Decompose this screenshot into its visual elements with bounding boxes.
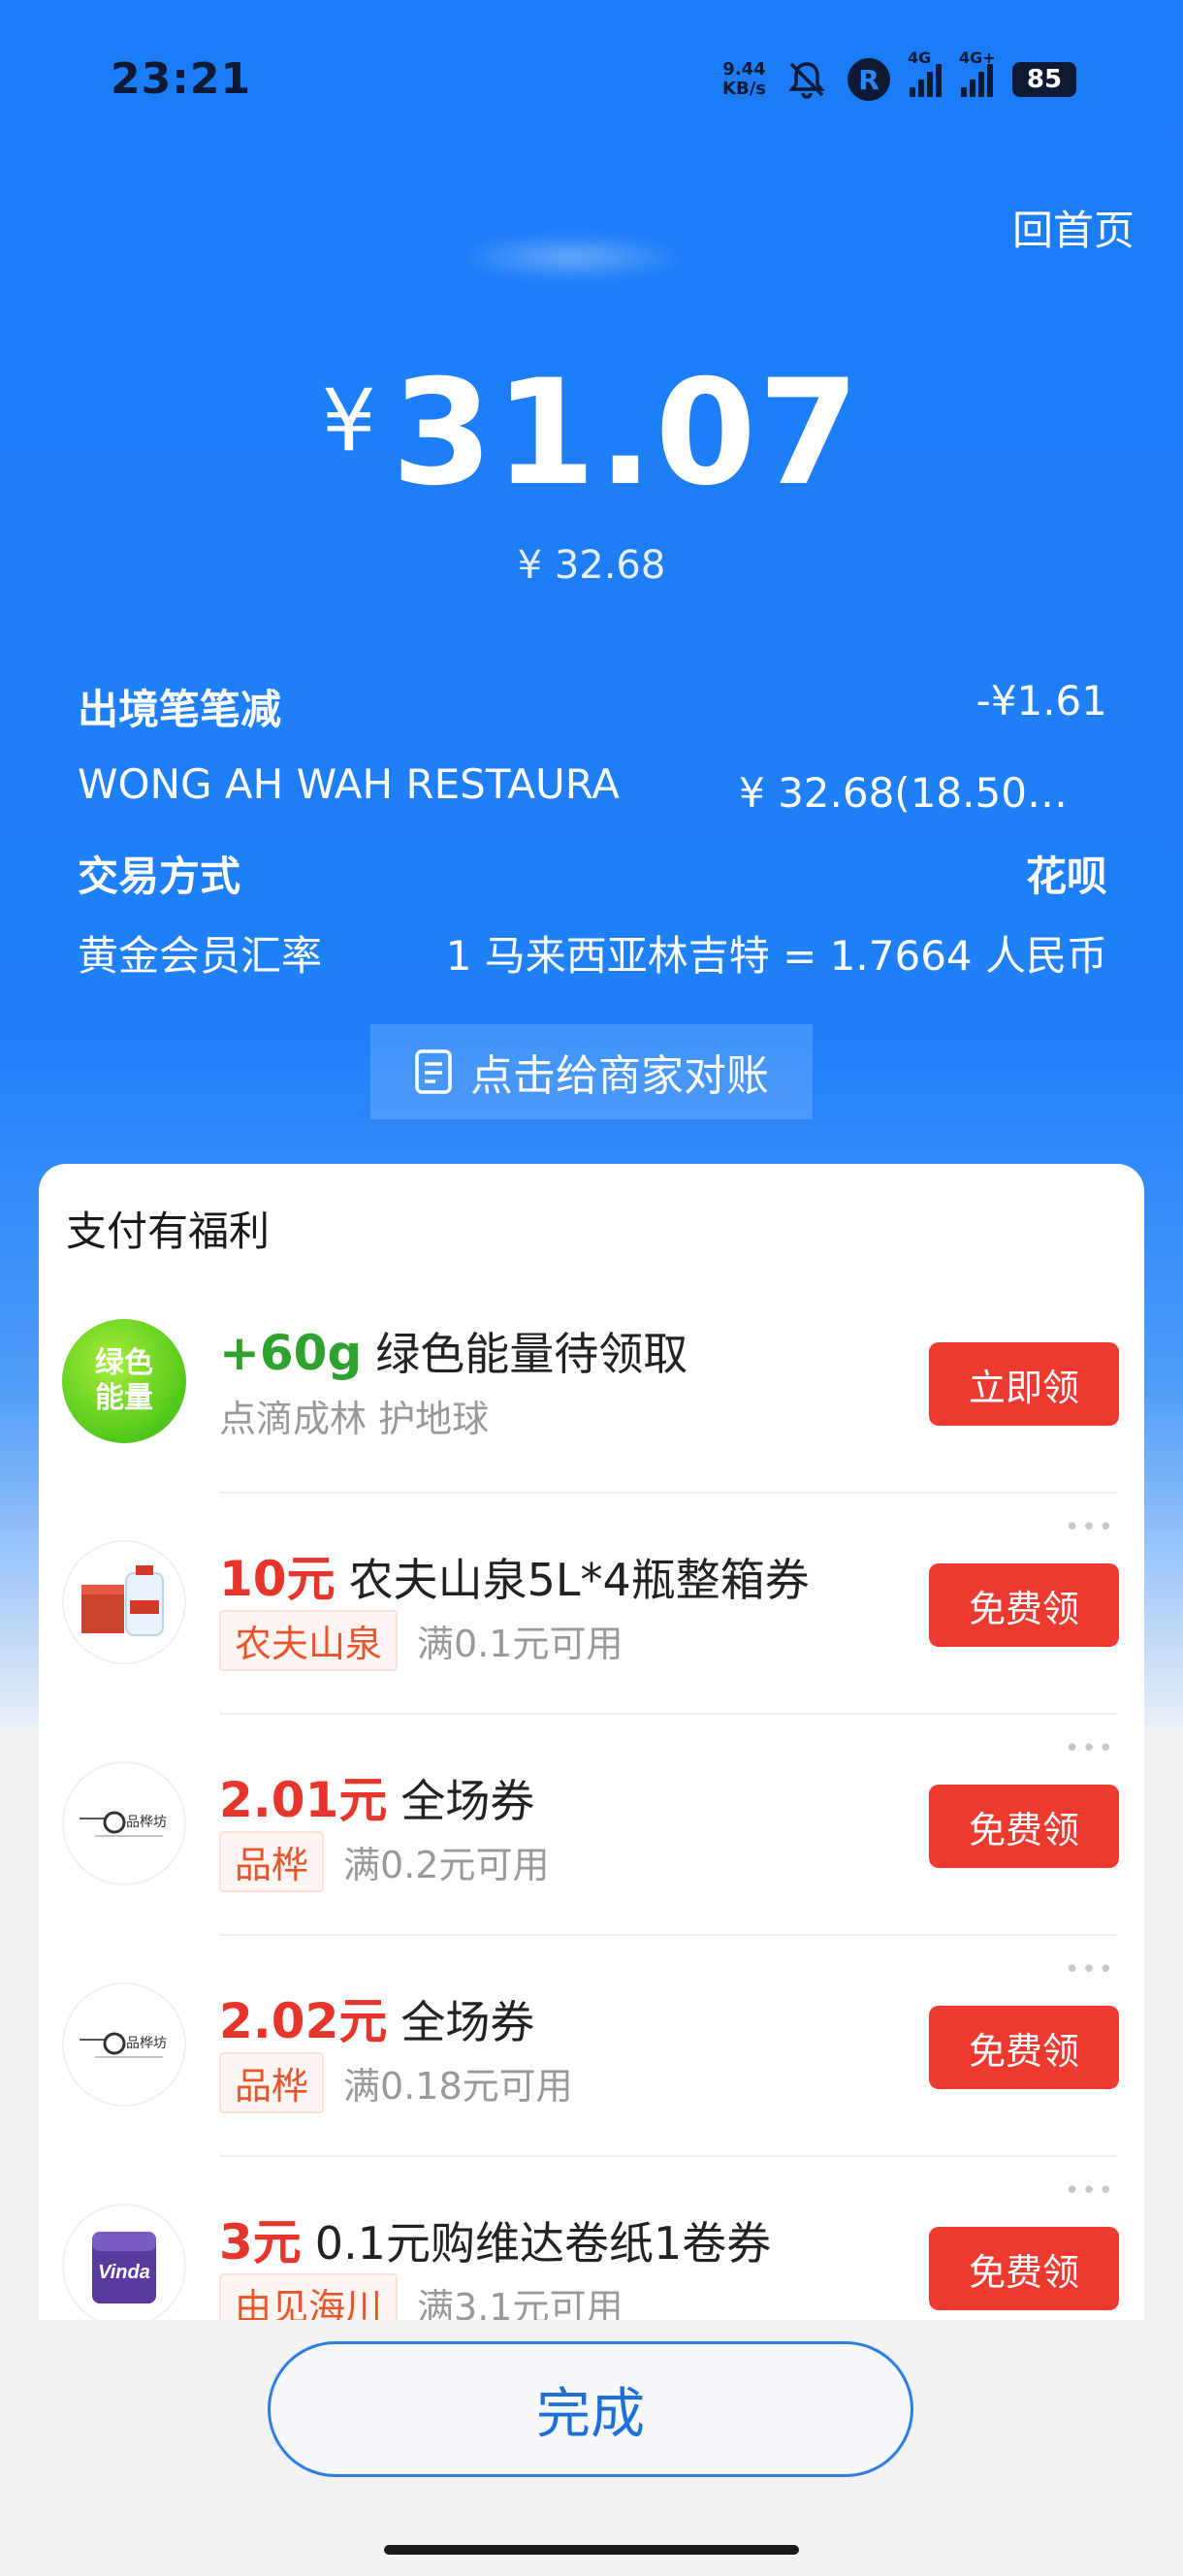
water-box-icon <box>81 1565 164 1636</box>
status-icons: 9.44 KB/s R 4G 4G+ 85 <box>722 48 1076 109</box>
r-icon: R <box>847 58 890 101</box>
detail-row-merchant: WONG AH WAH RESTAURA ¥ 32.68(18.50马… <box>78 760 1107 817</box>
vinda-product-thumb: Vinda <box>62 2204 186 2328</box>
claim-button[interactable]: 免费领 <box>929 1785 1119 1868</box>
benefit-title: 3元 0.1元购维达卷纸1卷券 <box>219 2214 772 2270</box>
network-speed: 9.44 KB/s <box>722 59 766 99</box>
benefit-title: 2.02元 全场券 <box>219 1993 535 2049</box>
claim-button[interactable]: 免费领 <box>929 1563 1119 1647</box>
benefit-title: 2.01元 全场券 <box>219 1772 535 1828</box>
benefit-item: ••• 品桦坊 2.01元 全场券 品桦 满0.2元可用 免费领 <box>39 1713 1144 1934</box>
amount-value: 31.07 <box>391 349 862 518</box>
mute-icon <box>788 62 825 99</box>
divider <box>219 2155 1117 2157</box>
benefit-title: +60g 绿色能量待领取 <box>219 1325 688 1381</box>
svg-text:品桦坊: 品桦坊 <box>126 1815 167 1830</box>
status-time: 23:21 <box>111 54 252 104</box>
more-icon[interactable]: ••• <box>1065 1955 1115 1984</box>
benefit-desc: 品桦 满0.18元可用 <box>219 2052 573 2113</box>
status-bar: 23:21 9.44 KB/s R 4G 4G+ 85 <box>0 0 1183 165</box>
claim-button[interactable]: 免费领 <box>929 2227 1119 2310</box>
home-link[interactable]: 回首页 <box>1012 198 1135 257</box>
benefit-item: ••• 10元 农夫山泉5L*4瓶整箱券 农夫山泉 满0.1元可用 免费领 <box>39 1492 1144 1713</box>
benefit-item: ••• Vinda 3元 0.1元购维达卷纸1卷券 由见海川 满3.1元可用 免费… <box>39 2155 1144 2328</box>
detail-row-discount: 出境笔笔减 -¥1.61 <box>78 677 1107 733</box>
brand-tag: 农夫山泉 <box>219 1610 399 1671</box>
benefit-item: 绿色 能量 +60g 绿色能量待领取 点滴成林 护地球 立即领 <box>39 1271 1144 1492</box>
water-product-thumb <box>62 1540 186 1664</box>
divider <box>219 1492 1117 1494</box>
divider <box>219 1934 1117 1936</box>
claim-button[interactable]: 立即领 <box>929 1342 1119 1426</box>
reconcile-button[interactable]: 点击给商家对账 <box>370 1024 813 1119</box>
more-icon[interactable]: ••• <box>1065 2176 1115 2206</box>
more-icon[interactable]: ••• <box>1065 1734 1115 1763</box>
benefit-title: 10元 农夫山泉5L*4瓶整箱券 <box>219 1551 810 1607</box>
benefit-desc: 品桦 满0.2元可用 <box>219 1831 549 1892</box>
benefit-desc: 农夫山泉 满0.1元可用 <box>219 1610 623 1671</box>
green-energy-icon: 绿色 能量 <box>62 1319 186 1443</box>
claim-button[interactable]: 免费领 <box>929 2006 1119 2089</box>
pinhua-logo-icon: 品桦坊 <box>80 2032 167 2058</box>
home-indicator[interactable] <box>384 2545 799 2555</box>
benefit-item: ••• 品桦坊 2.02元 全场券 品桦 满0.18元可用 免费领 <box>39 1934 1144 2155</box>
more-icon[interactable]: ••• <box>1065 1513 1115 1542</box>
brand-logo: 品桦坊 <box>62 1982 186 2107</box>
brand-tag: 品桦 <box>219 1831 325 1892</box>
benefit-desc: 点滴成林 护地球 <box>219 1398 490 1440</box>
svg-text:Vinda: Vinda <box>98 2262 150 2283</box>
brand-tag: 品桦 <box>219 2052 325 2113</box>
merchant-name-blurred <box>456 233 688 281</box>
brand-logo: 品桦坊 <box>62 1761 186 1885</box>
original-amount: ¥ 32.68 <box>517 543 666 588</box>
paid-amount: ¥31.07 <box>0 349 1183 518</box>
currency-symbol: ¥ <box>321 370 376 470</box>
svg-text:品桦坊: 品桦坊 <box>126 2036 167 2051</box>
detail-row-payment-method: 交易方式 花呗 <box>78 853 1107 900</box>
pinhua-logo-icon: 品桦坊 <box>80 1811 167 1837</box>
battery-icon: 85 <box>1012 62 1076 97</box>
reconcile-label: 点击给商家对账 <box>470 1051 769 1101</box>
done-button[interactable]: 完成 <box>268 2341 913 2477</box>
toilet-paper-icon: Vinda <box>92 2232 156 2303</box>
document-icon <box>415 1049 452 1094</box>
benefits-title: 支付有福利 <box>66 1208 271 1255</box>
signal-icon-2: 4G+ <box>959 48 996 97</box>
divider <box>219 1713 1117 1715</box>
signal-icon: 4G <box>908 48 942 97</box>
benefits-card: 支付有福利 绿色 能量 +60g 绿色能量待领取 点滴成林 护地球 立即领 •••… <box>39 1164 1144 2328</box>
detail-row-exchange-rate: 黄金会员汇率 1 马来西亚林吉特 = 1.7664 人民币 <box>78 932 1107 980</box>
